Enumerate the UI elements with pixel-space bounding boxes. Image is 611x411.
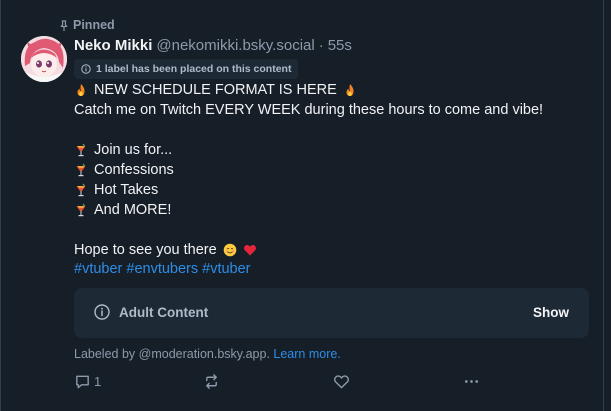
more-options-button[interactable] xyxy=(463,373,480,390)
show-content-button[interactable]: Show xyxy=(533,305,569,320)
post-text: And MORE! xyxy=(94,202,172,218)
separator-dot: · xyxy=(318,37,324,54)
post-card[interactable]: Pinned Neko Mikki @nekomikki.bsky.social… xyxy=(0,0,604,411)
avatar[interactable] xyxy=(21,36,67,82)
author-handle[interactable]: @nekomikki.bsky.social xyxy=(156,37,314,54)
post-line: Catch me on Twitch EVERY WEEK during the… xyxy=(74,100,594,120)
post-text: NEW SCHEDULE FORMAT IS HERE xyxy=(94,82,337,98)
tropical-drink-emoji-icon xyxy=(74,183,88,197)
learn-more-link[interactable]: Learn more. xyxy=(273,347,340,361)
hashtag-link[interactable]: #vtuber xyxy=(202,261,250,277)
fire-emoji-icon xyxy=(74,83,88,97)
hashtag-list: #vtuber #envtubers #vtuber xyxy=(74,261,251,277)
reply-count: 1 xyxy=(94,374,102,389)
info-icon xyxy=(81,64,91,74)
adult-content-label: Adult Content xyxy=(119,304,209,320)
reply-icon xyxy=(76,375,89,389)
more-icon xyxy=(464,380,479,383)
hashtag-link[interactable]: #vtuber xyxy=(74,261,122,277)
post-text: Hot Takes xyxy=(94,182,159,198)
post-line: Confessions xyxy=(74,160,594,180)
post-text: Confessions xyxy=(94,162,174,178)
pinned-label: Pinned xyxy=(73,18,115,32)
post-line: And MORE! xyxy=(74,200,594,220)
hashtag-link[interactable]: #envtubers xyxy=(126,261,198,277)
post-text: Hope to see you there xyxy=(74,242,217,258)
post-line: NEW SCHEDULE FORMAT IS HERE xyxy=(74,80,594,100)
post-line: Hope to see you there xyxy=(74,240,594,260)
post-header: Neko Mikki @nekomikki.bsky.social · 55s xyxy=(74,37,352,57)
repost-button[interactable] xyxy=(203,373,220,390)
smiling-face-emoji-icon xyxy=(223,243,237,257)
content-label-notice[interactable]: 1 label has been placed on this content xyxy=(74,59,299,79)
post-timestamp[interactable]: 55s xyxy=(328,37,352,54)
content-label-text: 1 label has been placed on this content xyxy=(96,63,292,75)
like-button[interactable] xyxy=(333,373,350,390)
reply-button[interactable]: 1 xyxy=(74,373,101,390)
post-line: Join us for... xyxy=(74,140,594,160)
avatar-image xyxy=(21,36,67,82)
fire-emoji-icon xyxy=(343,83,357,97)
post-text: Join us for... xyxy=(94,142,173,158)
tropical-drink-emoji-icon xyxy=(74,163,88,177)
info-icon xyxy=(94,304,110,320)
labeled-by-text: Labeled by @moderation.bsky.app. xyxy=(74,347,270,361)
adult-content-warning[interactable]: Adult Content Show xyxy=(74,288,589,338)
repost-icon xyxy=(206,374,217,389)
heart-icon xyxy=(334,375,349,389)
tropical-drink-emoji-icon xyxy=(74,143,88,157)
pin-icon xyxy=(60,19,68,31)
red-heart-emoji-icon xyxy=(243,243,257,257)
pinned-indicator: Pinned xyxy=(59,18,115,32)
labeled-by-notice: Labeled by @moderation.bsky.app. Learn m… xyxy=(74,347,341,361)
adult-content-info: Adult Content xyxy=(94,304,208,320)
tropical-drink-emoji-icon xyxy=(74,203,88,217)
post-line: Hot Takes xyxy=(74,180,594,200)
post-text: Catch me on Twitch EVERY WEEK during the… xyxy=(74,102,544,118)
author-display-name[interactable]: Neko Mikki xyxy=(74,37,152,54)
